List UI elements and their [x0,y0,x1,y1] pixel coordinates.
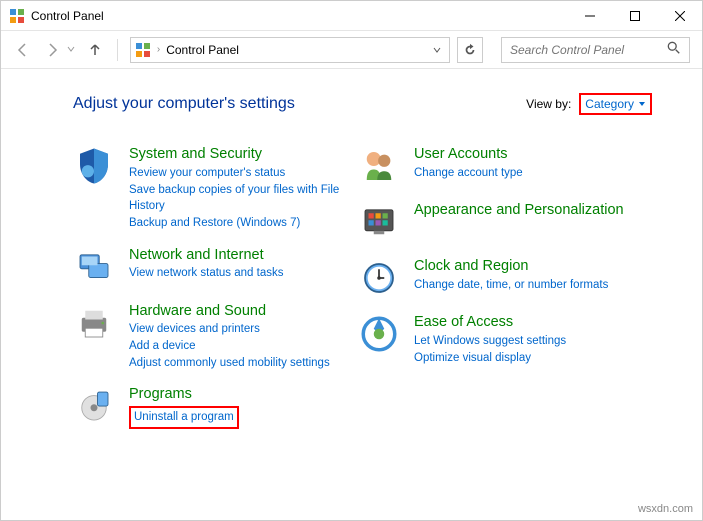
watermark: wsxdn.com [638,503,693,515]
category-title[interactable]: Programs [129,385,358,404]
search-icon[interactable] [667,41,681,58]
recent-locations-button[interactable] [66,43,76,57]
category-link[interactable]: Change date, time, or number formats [414,277,643,294]
view-by-control: View by: Category [526,93,652,115]
forward-button[interactable] [42,38,63,62]
category-network-internet: Network and Internet View network status… [73,246,358,288]
refresh-button[interactable] [457,37,483,63]
address-dropdown-button[interactable] [429,43,445,57]
right-column: User Accounts Change account type Appear… [358,145,643,443]
titlebar-left: Control Panel [9,8,104,24]
category-link[interactable]: Backup and Restore (Windows 7) [129,215,358,232]
printer-icon [73,302,115,344]
view-by-dropdown[interactable]: Category [579,93,652,115]
uninstall-program-link[interactable]: Uninstall a program [134,409,234,426]
control-panel-icon [9,8,25,24]
category-ease-of-access: Ease of Access Let Windows suggest setti… [358,313,643,366]
user-accounts-icon [358,145,400,187]
appearance-icon [358,201,400,243]
programs-icon [73,385,115,427]
category-title[interactable]: Appearance and Personalization [414,201,643,220]
view-by-label: View by: [526,97,571,111]
search-input[interactable] [510,43,667,57]
content-header: Adjust your computer's settings View by:… [73,93,702,115]
category-link[interactable]: View network status and tasks [129,265,358,282]
close-button[interactable] [657,1,702,31]
ease-of-access-icon [358,313,400,355]
window-title: Control Panel [31,9,104,23]
category-user-accounts: User Accounts Change account type [358,145,643,187]
address-bar[interactable]: › Control Panel [130,37,450,63]
shield-icon [73,145,115,187]
breadcrumb-chevron-icon[interactable]: › [157,44,160,55]
window-controls [567,1,702,31]
category-hardware-sound: Hardware and Sound View devices and prin… [73,302,358,372]
breadcrumb-text[interactable]: Control Panel [166,43,423,57]
categories-grid: System and Security Review your computer… [73,145,702,443]
back-button[interactable] [13,38,34,62]
maximize-button[interactable] [612,1,657,31]
highlighted-link: Uninstall a program [129,406,239,429]
navbar: › Control Panel [1,31,702,69]
view-by-value: Category [585,97,634,111]
network-icon [73,246,115,288]
category-link[interactable]: Add a device [129,338,358,355]
category-title[interactable]: User Accounts [414,145,643,164]
category-title[interactable]: System and Security [129,145,358,164]
control-panel-small-icon [135,42,151,58]
category-link[interactable]: Review your computer's status [129,165,358,182]
category-programs: Programs Uninstall a program [73,385,358,429]
page-title: Adjust your computer's settings [73,95,295,113]
nav-divider [117,39,118,61]
minimize-button[interactable] [567,1,612,31]
category-system-security: System and Security Review your computer… [73,145,358,232]
category-appearance: Appearance and Personalization [358,201,643,243]
category-link[interactable]: Optimize visual display [414,350,643,367]
search-box[interactable] [501,37,690,63]
up-button[interactable] [84,38,105,62]
category-link[interactable]: Let Windows suggest settings [414,333,643,350]
category-link[interactable]: Adjust commonly used mobility settings [129,355,358,372]
content-area: Adjust your computer's settings View by:… [1,69,702,443]
category-link[interactable]: Change account type [414,165,643,182]
category-title[interactable]: Network and Internet [129,246,358,265]
category-title[interactable]: Ease of Access [414,313,643,332]
category-link[interactable]: View devices and printers [129,321,358,338]
category-link[interactable]: Save backup copies of your files with Fi… [129,182,358,215]
category-title[interactable]: Hardware and Sound [129,302,358,321]
category-clock-region: Clock and Region Change date, time, or n… [358,257,643,299]
chevron-down-icon [638,100,646,108]
clock-icon [358,257,400,299]
titlebar: Control Panel [1,1,702,31]
category-title[interactable]: Clock and Region [414,257,643,276]
left-column: System and Security Review your computer… [73,145,358,443]
